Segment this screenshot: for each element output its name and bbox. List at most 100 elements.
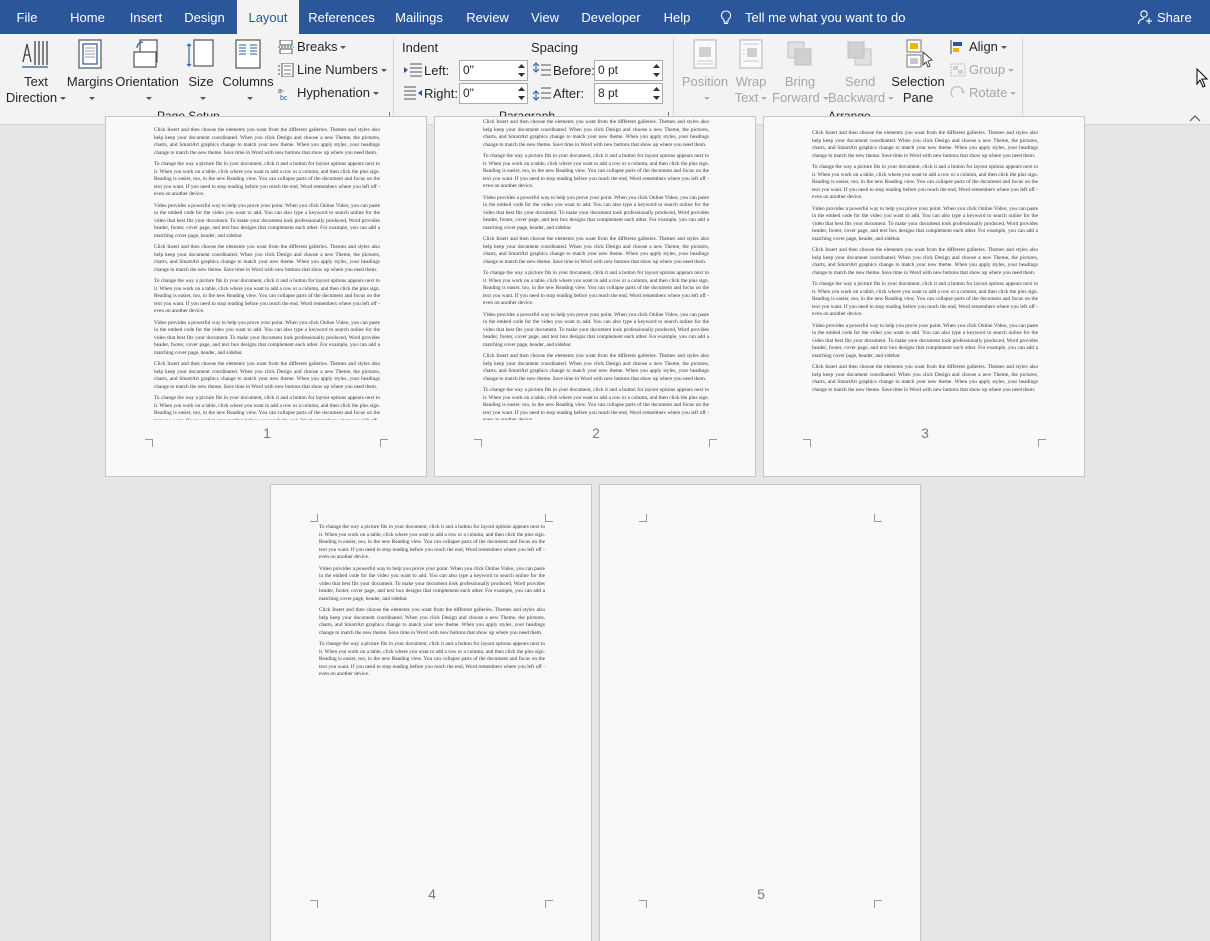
page[interactable]: Click Insert and then choose the element…	[105, 116, 427, 477]
tab-home[interactable]: Home	[61, 0, 114, 34]
tab-help[interactable]: Help	[656, 0, 698, 34]
selection-pane-label-2: Pane	[902, 90, 934, 105]
share-label: Share	[1157, 10, 1192, 25]
margin-corner	[310, 900, 318, 908]
spin-up-icon[interactable]	[518, 63, 525, 70]
text-direction-icon	[22, 41, 48, 68]
bring-forward-label: Bring	[784, 74, 816, 89]
hyphenation-icon: a-bc	[278, 88, 288, 100]
text-direction-label-2: Direction	[4, 90, 68, 106]
columns-caret	[221, 90, 275, 106]
margin-corner	[709, 439, 717, 447]
position-caret	[680, 90, 730, 106]
selection-pane-button[interactable]: Selection Pane	[890, 34, 946, 106]
page-number: 3	[921, 425, 929, 441]
margin-corner	[474, 439, 482, 447]
spacing-heading: Spacing	[531, 40, 578, 55]
indent-left-input[interactable]: 0"	[459, 60, 528, 81]
margin-corner	[639, 900, 647, 908]
spin-down-icon[interactable]	[518, 71, 525, 78]
page-text: Click Insert and then choose the element…	[812, 130, 1038, 393]
size-caret	[182, 90, 220, 106]
collapse-ribbon-icon[interactable]	[1189, 114, 1201, 122]
spacing-before-input[interactable]: 0 pt	[594, 60, 663, 81]
margin-corner	[803, 439, 811, 447]
indent-heading: Indent	[402, 40, 439, 55]
size-icon	[186, 39, 214, 67]
indent-left-value: 0"	[463, 63, 474, 77]
orientation-icon	[133, 39, 158, 68]
page[interactable]: Click Insert and then choose the element…	[763, 116, 1085, 477]
spin-down-icon[interactable]	[518, 94, 525, 101]
align-label: Align	[969, 39, 998, 54]
bring-forward-icon	[787, 41, 812, 66]
selection-pane-label: Selection	[891, 74, 945, 89]
tab-design[interactable]: Design	[178, 0, 231, 34]
margin-corner	[545, 514, 553, 522]
text-direction-button[interactable]: Text Direction	[4, 34, 68, 106]
wrap-text-label: Wrap	[735, 74, 767, 89]
person-icon	[1137, 10, 1152, 25]
spacing-after-icon	[533, 87, 551, 101]
group-icon	[950, 63, 966, 77]
spin-up-icon[interactable]	[518, 86, 525, 93]
margin-corner	[874, 514, 882, 522]
group-label: Group	[969, 62, 1006, 77]
spin-down-icon[interactable]	[653, 71, 660, 78]
orientation-button[interactable]: Orientation	[115, 34, 179, 106]
tell-me-label: Tell me what you want to do	[745, 10, 906, 25]
spacing-before-value: 0 pt	[598, 63, 619, 77]
tab-file[interactable]: File	[0, 0, 54, 34]
margin-corner	[1038, 439, 1046, 447]
tab-references[interactable]: References	[305, 0, 378, 34]
page-number: 4	[428, 886, 436, 902]
group-separator	[393, 38, 394, 120]
bring-forward-button[interactable]: Bring Forward	[772, 34, 829, 106]
spin-up-icon[interactable]	[653, 86, 660, 93]
tab-mailings[interactable]: Mailings	[388, 0, 450, 34]
position-button[interactable]: Position	[680, 34, 730, 106]
tab-review[interactable]: Review	[461, 0, 514, 34]
page[interactable]: 5	[599, 484, 921, 941]
indent-left-icon	[404, 63, 422, 77]
size-button[interactable]: Size	[182, 34, 220, 106]
page[interactable]: To change the way a picture fits in your…	[270, 484, 592, 941]
mouse-cursor-icon	[1196, 68, 1208, 88]
tab-insert[interactable]: Insert	[121, 0, 171, 34]
send-backward-button[interactable]: Send Backward	[828, 34, 895, 106]
position-icon	[693, 39, 717, 69]
tab-layout[interactable]: Layout	[237, 0, 299, 34]
page-number: 2	[592, 425, 600, 441]
columns-label: Columns	[222, 74, 274, 89]
indent-right-input[interactable]: 0"	[459, 83, 528, 104]
page-text: Click Insert and then choose the element…	[154, 127, 380, 420]
group-separator	[1022, 38, 1023, 120]
margin-corner	[380, 439, 388, 447]
svg-text:bc: bc	[280, 95, 288, 100]
tab-developer[interactable]: Developer	[576, 0, 646, 34]
page-number: 1	[263, 425, 271, 441]
line-numbers-label: Line Numbers	[297, 62, 378, 77]
indent-right-label: Right:	[424, 86, 458, 101]
spin-down-icon[interactable]	[653, 94, 660, 101]
send-backward-icon	[847, 41, 872, 66]
position-label: Position	[681, 74, 729, 89]
spacing-after-input[interactable]: 8 pt	[594, 83, 663, 104]
line-numbers-icon	[278, 63, 294, 77]
bring-forward-label-2: Forward	[772, 90, 829, 106]
columns-icon	[235, 39, 261, 69]
columns-button[interactable]: Columns	[221, 34, 275, 106]
indent-right-value: 0"	[463, 86, 474, 100]
ribbon-tab-bar: File Home Insert Design Layout Reference…	[0, 0, 1210, 34]
rotate-icon	[950, 86, 965, 98]
spacing-after-label: After:	[553, 86, 585, 101]
send-backward-label-2: Backward	[828, 90, 895, 106]
wrap-text-button[interactable]: Wrap Text	[730, 34, 772, 106]
margins-caret	[65, 90, 115, 106]
spin-up-icon[interactable]	[653, 63, 660, 70]
margins-icon	[78, 39, 102, 69]
margins-button[interactable]: Margins	[65, 34, 115, 106]
tab-view[interactable]: View	[524, 0, 566, 34]
page[interactable]: Click Insert and then choose the element…	[434, 116, 756, 477]
size-label: Size	[188, 74, 214, 89]
